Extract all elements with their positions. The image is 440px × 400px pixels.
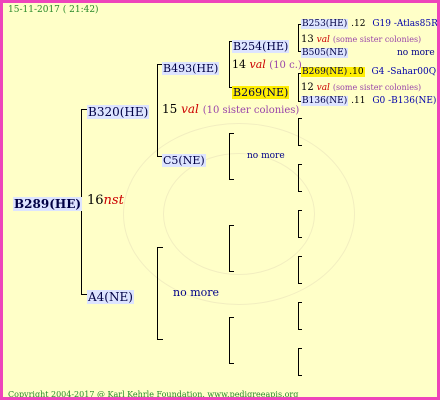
gen2-b-nomore: no more: [247, 151, 285, 161]
gen4-d-year: .11: [351, 96, 366, 106]
gen2-a-node[interactable]: B493(HE): [162, 57, 220, 76]
gen4-b-row[interactable]: B505(NE): [301, 48, 349, 58]
pedigree-frame: 15-11-2017 ( 21:42) B289(HE) 16nst B320(…: [0, 0, 440, 400]
gen2-a-label: val: [249, 58, 266, 71]
gen0-info: 16nst: [87, 193, 124, 208]
gen1-lower-nomore: no more: [173, 286, 220, 299]
gen3-b-node[interactable]: B269(NE): [232, 81, 290, 100]
gen4-d-code: G0 -B136(NE): [372, 96, 437, 106]
gen3-a-info: 13 val (some sister colonies): [301, 34, 421, 45]
gen1-upper-info: 15 val (10 sister colonies): [162, 102, 299, 116]
gen4-a-code: G19 -Atlas85R: [372, 19, 438, 29]
gen4-c-code: G4 -Sahar00Q: [371, 67, 437, 77]
gen1-upper-node[interactable]: B320(HE): [87, 101, 150, 120]
gen3-a-label: val: [316, 35, 330, 45]
gen1-upper-label: val: [181, 102, 199, 116]
gen2-a-note: (10 c.): [269, 60, 302, 71]
gen0-node[interactable]: B289(HE): [13, 193, 83, 212]
gen4-c-name: B269(NE): [301, 67, 349, 77]
gen2-b-node[interactable]: C5(NE): [162, 149, 206, 168]
gen3-b-note: (some sister colonies): [332, 83, 422, 92]
gen3-a-name: B254(HE): [232, 40, 290, 53]
gen0-name: B289(HE): [13, 197, 83, 211]
gen0-label: nst: [103, 193, 124, 208]
gen1-upper-note: (10 sister colonies): [202, 105, 300, 116]
gen4-d-row[interactable]: B136(NE) .11 G0 -B136(NE): [301, 96, 436, 106]
gen1-upper-number: 15: [162, 102, 178, 116]
gen2-b-name: C5(NE): [162, 154, 206, 167]
gen3-a-node[interactable]: B254(HE): [232, 35, 290, 54]
gen2-a-number: 14: [232, 58, 246, 71]
date-stamp: 15-11-2017 ( 21:42): [8, 5, 99, 15]
gen4-d-name: B136(NE): [301, 96, 349, 106]
gen4-a-year: .12: [351, 19, 366, 29]
gen3-a-number: 13: [301, 34, 314, 45]
gen3-b-label: val: [316, 83, 330, 93]
gen4-c-year: .10: [348, 67, 365, 77]
gen0-number: 16: [87, 193, 104, 208]
gen4-a-name: B253(HE): [301, 19, 349, 29]
gen1-lower-node[interactable]: A4(NE): [87, 286, 134, 305]
copyright-footer: Copyright 2004-2017 @ Karl Kehrle Founda…: [8, 390, 299, 399]
gen4-c-row[interactable]: B269(NE) .10 G4 -Sahar00Q: [301, 67, 436, 77]
gen2-a-info: 14 val (10 c.): [232, 58, 302, 71]
gen1-upper-name: B320(HE): [87, 105, 150, 119]
gen4-b-nomore: no more: [397, 48, 435, 58]
gen3-b-name: B269(NE): [232, 86, 290, 99]
watermark-ornament-inner: [163, 153, 315, 275]
gen2-a-name: B493(HE): [162, 62, 220, 75]
gen4-b-name: B505(NE): [301, 48, 349, 58]
gen4-a-row[interactable]: B253(HE) .12 G19 -Atlas85R: [301, 19, 438, 29]
gen3-b-number: 12: [301, 82, 314, 93]
gen3-a-note: (some sister colonies): [332, 35, 422, 44]
gen1-lower-name: A4(NE): [87, 290, 134, 304]
gen3-b-info: 12 val (some sister colonies): [301, 82, 421, 93]
